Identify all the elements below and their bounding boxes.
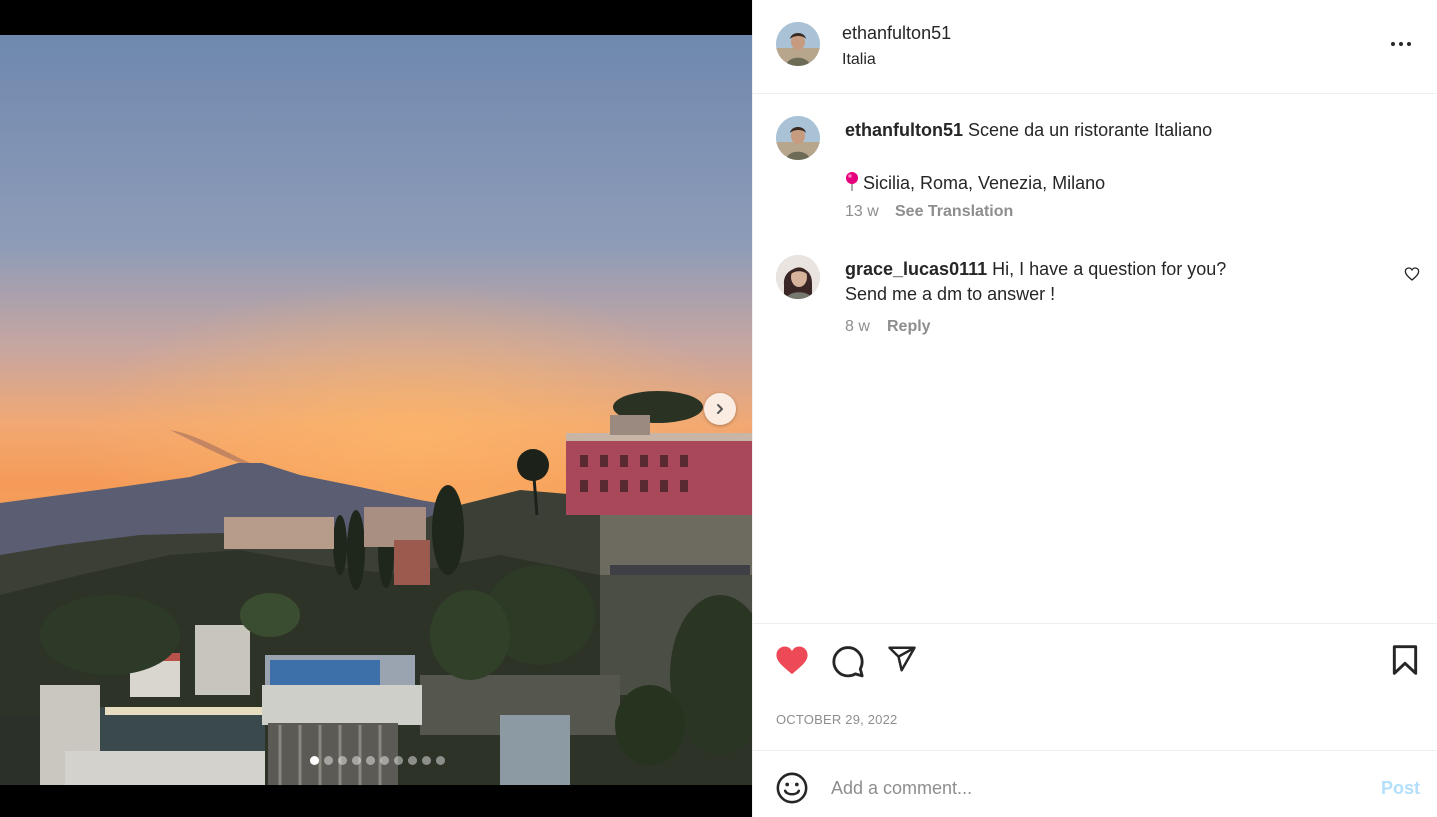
post-location[interactable]: Italia	[842, 51, 876, 69]
caption-age[interactable]: 13 w	[845, 203, 879, 221]
caption-second-line: Sicilia, Roma, Venezia, Milano	[845, 171, 1105, 196]
comment-age[interactable]: 8 w	[845, 318, 870, 336]
more-dot-icon	[1391, 42, 1395, 46]
post-photo[interactable]	[0, 35, 752, 785]
caption-text: Scene da un ristorante Italiano	[968, 120, 1213, 140]
post-header: ethanfulton51 Italia	[753, 0, 1437, 94]
add-comment-bar: Post	[753, 752, 1437, 817]
carousel-dot	[435, 756, 445, 765]
post-media	[0, 0, 752, 817]
carousel-dot	[393, 756, 403, 765]
chevron-right-icon	[717, 404, 723, 414]
carousel-dot	[421, 756, 431, 765]
round-pushpin-icon	[845, 171, 859, 196]
more-options-button[interactable]	[1385, 32, 1417, 56]
caption-username[interactable]: ethanfulton51	[845, 120, 963, 140]
carousel-indicator	[0, 756, 752, 765]
post-comment-button[interactable]: Post	[1381, 778, 1420, 799]
sunset-photo-image	[0, 35, 752, 785]
author-username[interactable]: ethanfulton51	[842, 23, 951, 44]
more-dot-icon	[1407, 42, 1411, 46]
comment-text-line-1: grace_lucas0111 Hi, I have a question fo…	[845, 259, 1226, 280]
author-avatar[interactable]	[776, 22, 820, 66]
comments-list: ethanfulton51 Scene da un ristorante Ita…	[753, 95, 1437, 623]
caption-author-avatar[interactable]	[776, 116, 820, 160]
caption-places: Sicilia, Roma, Venezia, Milano	[863, 173, 1106, 193]
post-date[interactable]: OCTOBER 29, 2022	[776, 712, 897, 727]
author-avatar-image	[776, 22, 820, 66]
share-paper-plane-icon[interactable]	[886, 644, 918, 674]
carousel-dot	[407, 756, 417, 765]
commenter-username[interactable]: grace_lucas0111	[845, 259, 987, 279]
comment-text: Hi, I have a question for you?	[992, 259, 1227, 279]
carousel-dot	[337, 756, 347, 765]
more-dot-icon	[1399, 42, 1403, 46]
comment-like-heart-icon[interactable]	[1404, 266, 1420, 282]
see-translation-button[interactable]: See Translation	[895, 203, 1013, 221]
carousel-dot	[351, 756, 361, 765]
save-bookmark-icon[interactable]	[1391, 644, 1419, 676]
add-comment-input[interactable]	[831, 772, 1351, 804]
author-avatar-image	[776, 116, 820, 160]
carousel-dot	[365, 756, 375, 765]
carousel-next-button[interactable]	[704, 393, 736, 425]
emoji-smiley-icon[interactable]	[775, 771, 809, 805]
carousel-dot	[379, 756, 389, 765]
comment-bubble-icon[interactable]	[831, 644, 865, 678]
like-heart-icon[interactable]	[775, 644, 809, 676]
caption-text-line: ethanfulton51 Scene da un ristorante Ita…	[845, 120, 1212, 141]
commenter-avatar[interactable]	[776, 255, 820, 299]
carousel-dot	[323, 756, 333, 765]
post-actions: OCTOBER 29, 2022	[753, 623, 1437, 751]
post-details-panel: ethanfulton51 Italia ethanfulton51 Scene…	[752, 0, 1437, 817]
comment-text-line-2: Send me a dm to answer !	[845, 284, 1056, 304]
commenter-avatar-image	[776, 255, 820, 299]
carousel-dot	[309, 756, 319, 765]
comment-reply-button[interactable]: Reply	[887, 318, 931, 336]
